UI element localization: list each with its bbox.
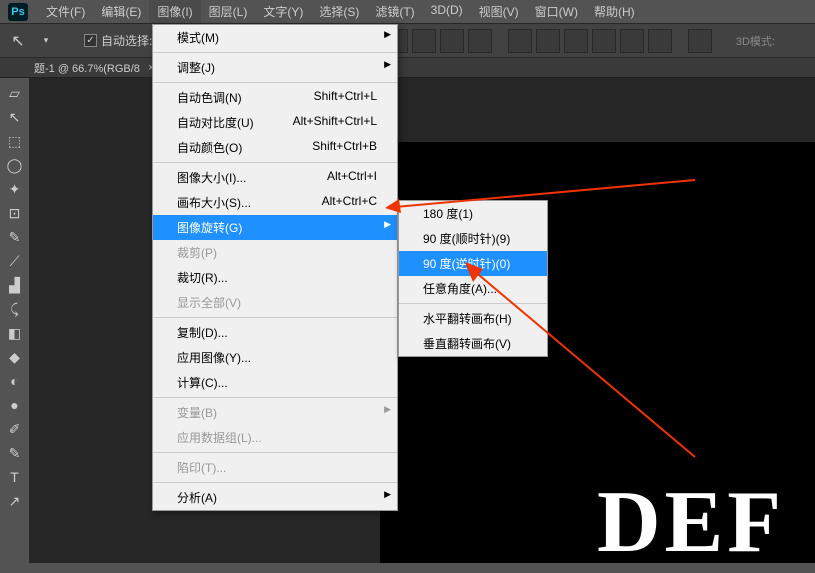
tool-icon[interactable]: ✎ xyxy=(3,442,27,464)
image-menu-dropdown: 模式(M)▶ 调整(J)▶ 自动色调(N)Shift+Ctrl+L自动对比度(U)A… xyxy=(152,24,398,511)
canvas-text: DEF xyxy=(597,472,785,573)
tool-icon[interactable]: ● xyxy=(3,394,27,416)
menu-滤镜(T)[interactable]: 滤镜(T) xyxy=(367,0,422,23)
tool-icon[interactable]: ✐ xyxy=(3,418,27,440)
menu-item[interactable]: 模式(M)▶ xyxy=(153,25,397,50)
tool-icon[interactable]: ◧ xyxy=(3,322,27,344)
distribute-button[interactable] xyxy=(564,29,588,53)
auto-select-label: 自动选择: xyxy=(101,32,152,49)
menu-item[interactable]: 应用图像(Y)... xyxy=(153,345,397,370)
tab-title: 题-1 @ 66.7%(RGB/8 xyxy=(34,60,140,76)
menu-item: 应用数据组(L)... xyxy=(153,425,397,450)
menu-item[interactable]: 自动色调(N)Shift+Ctrl+L xyxy=(153,85,397,110)
tool-icon[interactable]: ✦ xyxy=(3,178,27,200)
submenu-item[interactable]: 垂直翻转画布(V) xyxy=(399,331,547,356)
tool-icon[interactable]: ⟋ xyxy=(3,250,27,272)
align-button[interactable] xyxy=(440,29,464,53)
menu-item[interactable]: 图像旋转(G)▶ xyxy=(153,215,397,240)
menu-item[interactable]: 自动对比度(U)Alt+Shift+Ctrl+L xyxy=(153,110,397,135)
tool-icon[interactable]: ◯ xyxy=(3,154,27,176)
menu-窗口(W)[interactable]: 窗口(W) xyxy=(527,0,586,23)
menu-item: 陷印(T)... xyxy=(153,455,397,480)
tool-icon[interactable]: ⊡ xyxy=(3,202,27,224)
distribute-button[interactable] xyxy=(620,29,644,53)
rotate-submenu: 180 度(1)90 度(顺时针)(9)90 度(逆时针)(0)任意角度(A).… xyxy=(398,200,548,357)
align-button[interactable] xyxy=(412,29,436,53)
submenu-item[interactable]: 180 度(1) xyxy=(399,201,547,226)
distribute-button[interactable] xyxy=(592,29,616,53)
align-button[interactable] xyxy=(468,29,492,53)
mode-button[interactable] xyxy=(688,29,712,53)
submenu-item[interactable]: 水平翻转画布(H) xyxy=(399,306,547,331)
menu-item[interactable]: 复制(D)... xyxy=(153,320,397,345)
menubar: Ps 文件(F)编辑(E)图像(I)图层(L)文字(Y)选择(S)滤镜(T)3D… xyxy=(0,0,815,24)
menu-item[interactable]: 分析(A)▶ xyxy=(153,485,397,510)
menu-item: 变量(B)▶ xyxy=(153,400,397,425)
tool-icon[interactable]: ↗ xyxy=(3,490,27,512)
submenu-item[interactable]: 任意角度(A)... xyxy=(399,276,547,301)
menu-item[interactable]: 画布大小(S)...Alt+Ctrl+C xyxy=(153,190,397,215)
distribute-button[interactable] xyxy=(536,29,560,53)
tool-icon[interactable]: ▱ xyxy=(3,82,27,104)
distribute-button[interactable] xyxy=(508,29,532,53)
menu-item[interactable]: 计算(C)... xyxy=(153,370,397,395)
menu-item: 裁剪(P) xyxy=(153,240,397,265)
tool-icon[interactable]: ↖ xyxy=(3,106,27,128)
menu-item[interactable]: 图像大小(I)...Alt+Ctrl+I xyxy=(153,165,397,190)
menu-item[interactable]: 自动颜色(O)Shift+Ctrl+B xyxy=(153,135,397,160)
distribute-button[interactable] xyxy=(648,29,672,53)
mode3d-label: 3D模式: xyxy=(736,33,775,49)
dropdown-icon[interactable]: ▾ xyxy=(36,31,56,51)
tool-icon[interactable]: ⤹ xyxy=(3,298,27,320)
menu-item: 显示全部(V) xyxy=(153,290,397,315)
auto-select-option[interactable]: 自动选择: xyxy=(84,32,152,49)
move-tool-icon: ↖ xyxy=(8,31,28,51)
menu-图层(L)[interactable]: 图层(L) xyxy=(201,0,256,23)
tool-icon[interactable]: ⬚ xyxy=(3,130,27,152)
options-bar: ↖ ▾ 自动选择: 3D模式: xyxy=(0,24,815,58)
tools-panel: ▱↖⬚◯✦⊡✎⟋▟⤹◧◆◐●✐✎T↗ xyxy=(0,78,30,563)
checkbox-icon[interactable] xyxy=(84,34,97,47)
submenu-item[interactable]: 90 度(顺时针)(9) xyxy=(399,226,547,251)
tool-icon[interactable]: T xyxy=(3,466,27,488)
menu-帮助(H)[interactable]: 帮助(H) xyxy=(586,0,643,23)
tool-icon[interactable]: ▟ xyxy=(3,274,27,296)
menu-item[interactable]: 裁切(R)... xyxy=(153,265,397,290)
menu-item[interactable]: 调整(J)▶ xyxy=(153,55,397,80)
document-tab[interactable]: 题-1 @ 66.7%(RGB/8 × xyxy=(0,58,815,78)
submenu-item[interactable]: 90 度(逆时针)(0) xyxy=(399,251,547,276)
menu-文件(F)[interactable]: 文件(F) xyxy=(38,0,93,23)
menu-选择(S)[interactable]: 选择(S) xyxy=(311,0,367,23)
app-logo: Ps xyxy=(8,3,28,21)
menu-3D(D)[interactable]: 3D(D) xyxy=(423,0,471,23)
menu-视图(V)[interactable]: 视图(V) xyxy=(471,0,527,23)
tool-icon[interactable]: ◆ xyxy=(3,346,27,368)
menu-编辑(E)[interactable]: 编辑(E) xyxy=(93,0,149,23)
menu-文字(Y)[interactable]: 文字(Y) xyxy=(255,0,311,23)
tool-icon[interactable]: ✎ xyxy=(3,226,27,248)
tool-icon[interactable]: ◐ xyxy=(3,370,27,392)
menu-图像(I)[interactable]: 图像(I) xyxy=(149,0,200,23)
